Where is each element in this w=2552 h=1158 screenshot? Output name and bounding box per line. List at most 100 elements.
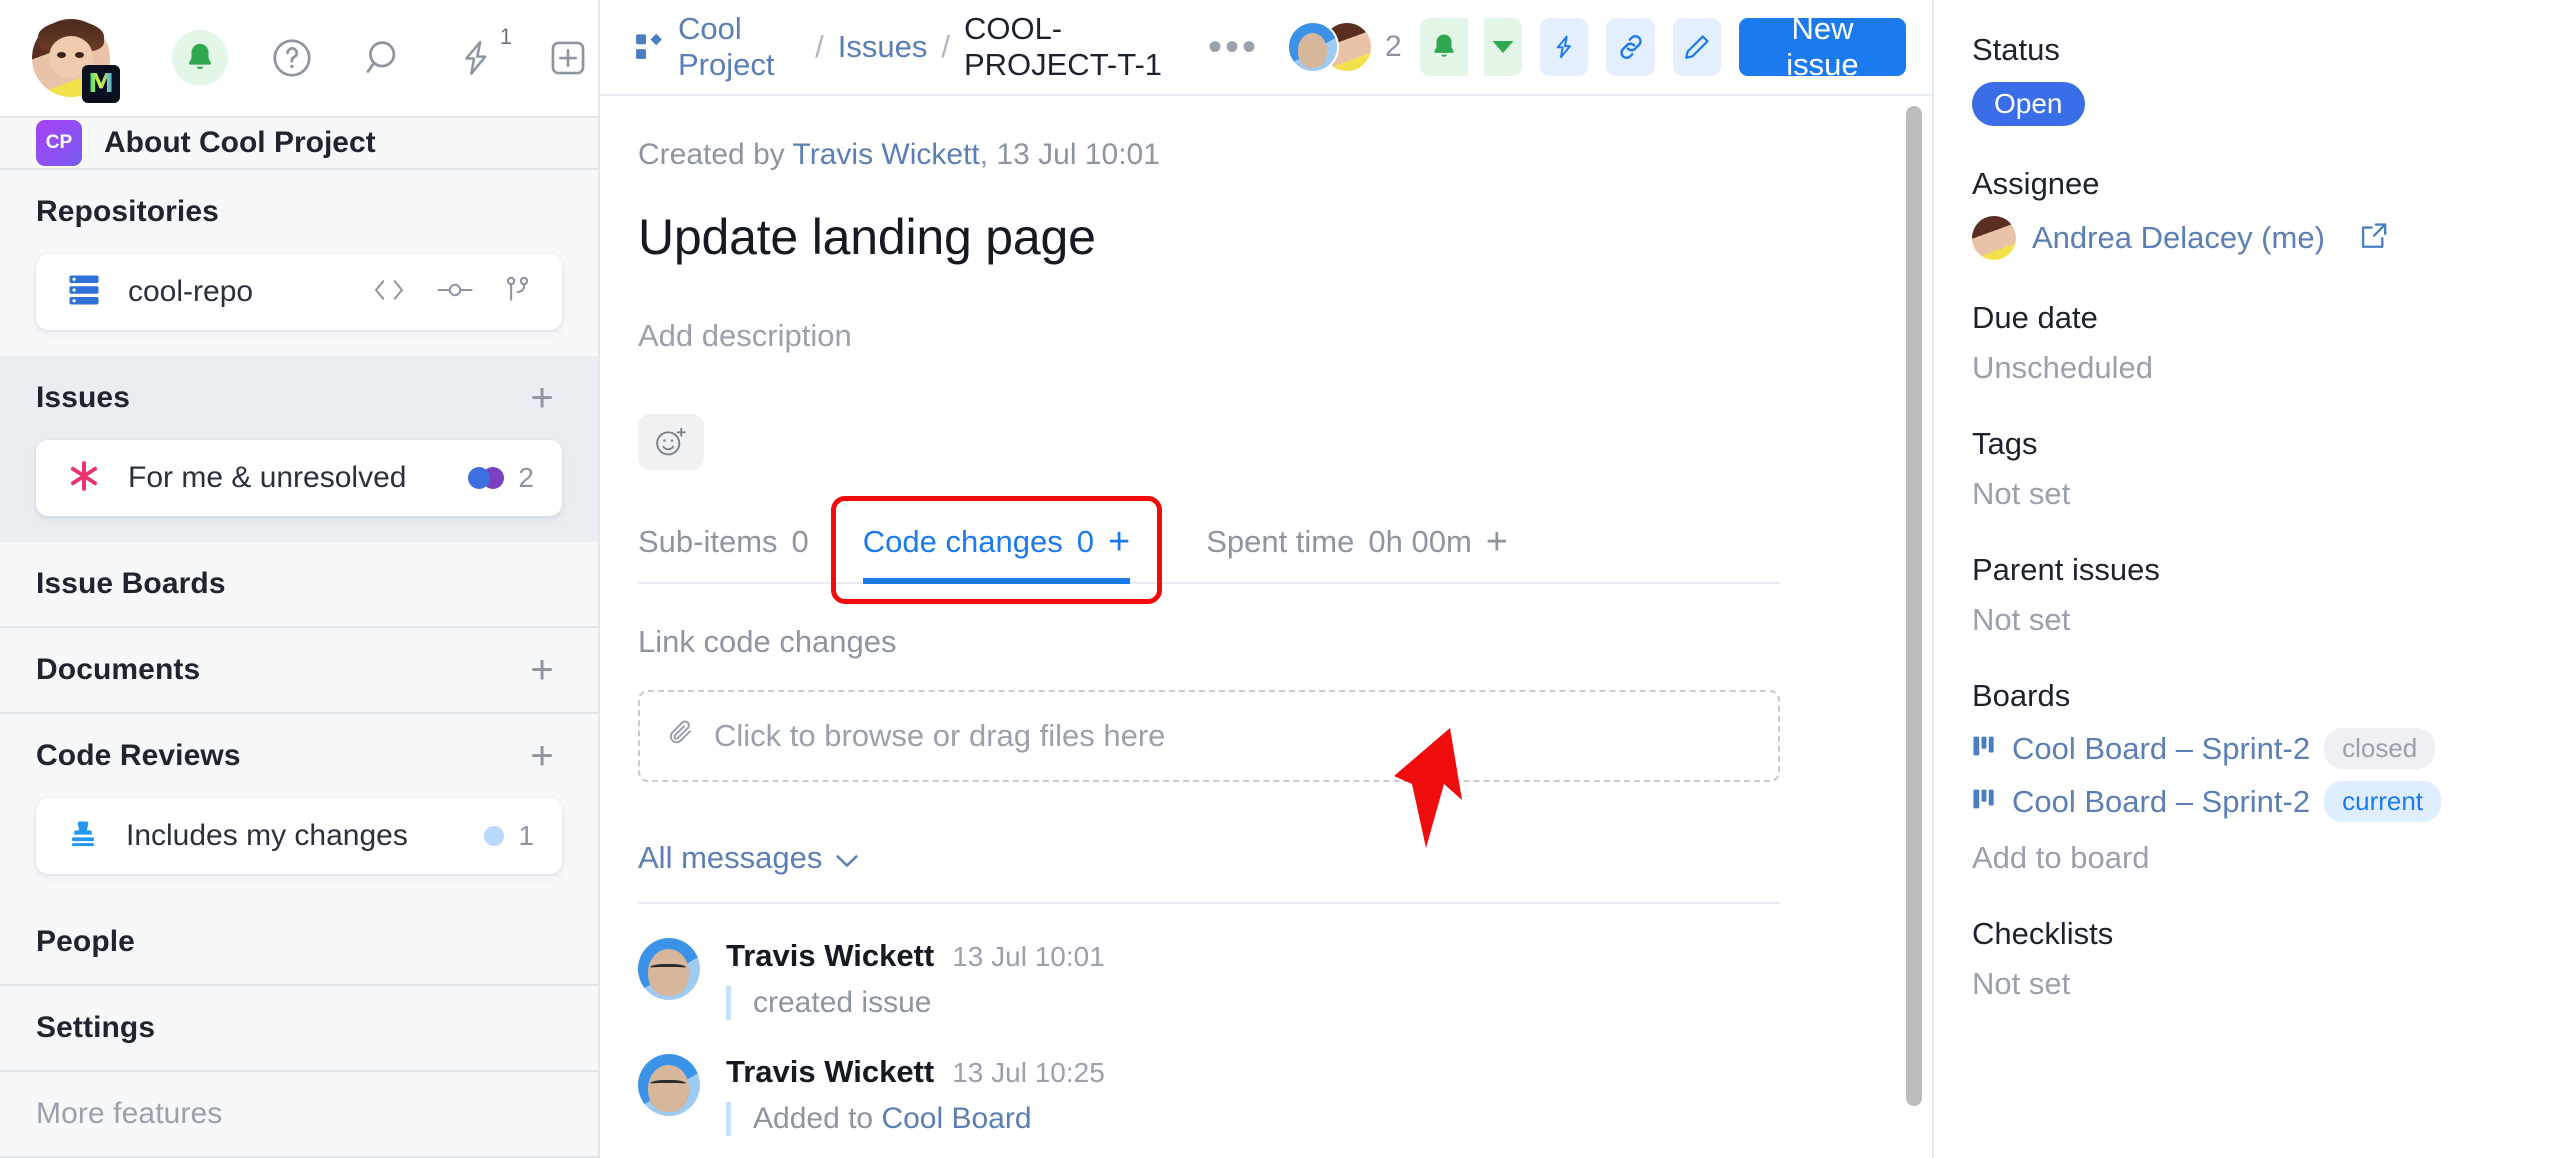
message-board-link[interactable]: Cool Board	[881, 1102, 1031, 1135]
message-text-prefix: Added to	[753, 1102, 882, 1135]
section-title: People	[36, 925, 135, 958]
message-text: Added to Cool Board	[726, 1102, 1780, 1136]
board-name[interactable]: Cool Board – Sprint-2	[2012, 784, 2310, 820]
tab-spent-time[interactable]: Spent time 0h 00m +	[1206, 523, 1508, 582]
sidebar-item-for-me-unresolved[interactable]: For me & unresolved 2	[36, 440, 562, 516]
about-project-label: About Cool Project	[104, 126, 376, 159]
add-description-placeholder[interactable]: Add description	[638, 318, 1780, 354]
field-checklists: Checklists Not set	[1972, 916, 2512, 1002]
list-item[interactable]: Cool Board – Sprint-2 current	[1972, 781, 2512, 822]
code-brackets-icon[interactable]	[370, 277, 408, 308]
sidebar-section-code-reviews: Code Reviews + Includes my changes 1	[0, 714, 598, 900]
field-label: Status	[1972, 32, 2060, 67]
pencil-icon[interactable]	[1672, 18, 1721, 76]
add-to-board-action[interactable]: Add to board	[1972, 840, 2512, 876]
created-author-link[interactable]: Travis Wickett	[793, 138, 980, 171]
tab-label: Spent time	[1206, 524, 1355, 559]
section-header-code-reviews: Code Reviews +	[0, 714, 598, 798]
main-scrollbar[interactable]	[1898, 96, 1932, 1158]
section-title: Issues	[36, 381, 130, 414]
app-root: M 1 CP About Cool Project Repositories c…	[0, 0, 2552, 1158]
sidebar-section-issue-boards[interactable]: Issue Boards	[0, 542, 598, 628]
user-avatar[interactable]: M	[32, 19, 120, 103]
top-bar-actions: ••• 2 New issue	[1198, 11, 1906, 82]
dropzone-label: Click to browse or drag files here	[714, 718, 1166, 753]
link-code-changes-action[interactable]: Link code changes	[638, 624, 1780, 660]
sidebar-toolbar: M 1	[0, 0, 598, 118]
field-label: Tags	[1972, 426, 2038, 461]
parent-issues-value[interactable]: Not set	[1972, 602, 2512, 638]
field-due-date: Due date Unscheduled	[1972, 300, 2512, 386]
sidebar-section-people[interactable]: People	[0, 900, 598, 986]
lightning-icon[interactable]: 1	[448, 24, 512, 86]
sidebar-item-about-project[interactable]: CP About Cool Project	[0, 118, 598, 170]
bell-icon[interactable]	[172, 30, 228, 86]
all-messages-dropdown[interactable]: All messages	[638, 840, 1780, 876]
top-bar: Cool Project / Issues / COOL-PROJECT-T-1…	[600, 0, 1932, 96]
field-label: Boards	[1972, 678, 2071, 713]
issue-tabs: Sub-items 0 Code changes 0 + Spent time …	[638, 496, 1780, 604]
tags-value[interactable]: Not set	[1972, 476, 2512, 512]
list-item[interactable]: Cool Board – Sprint-2 closed	[1972, 728, 2512, 769]
app-badge-letter: M	[88, 69, 114, 99]
created-timestamp: , 13 Jul 10:01	[979, 138, 1160, 171]
avatar	[1972, 216, 2016, 260]
section-title: Repositories	[36, 195, 219, 228]
subscribe-bell-icon[interactable]	[1419, 18, 1468, 76]
breadcrumb-project-link[interactable]: Cool Project	[678, 11, 801, 83]
breadcrumb-separator: /	[815, 29, 824, 64]
list-item: Travis Wickett 13 Jul 10:01 created issu…	[638, 938, 1780, 1020]
sidebar-item-includes-my-changes[interactable]: Includes my changes 1	[36, 798, 562, 874]
field-status: Status Open	[1972, 32, 2512, 126]
commit-icon[interactable]	[436, 277, 474, 308]
add-document-button[interactable]: +	[522, 650, 562, 690]
sidebar-item-cool-repo[interactable]: cool-repo	[36, 254, 562, 330]
message-time: 13 Jul 10:01	[952, 941, 1105, 972]
lightning-icon[interactable]	[1540, 18, 1589, 76]
sidebar-section-settings[interactable]: Settings	[0, 986, 598, 1072]
avatar	[638, 938, 700, 1000]
link-icon[interactable]	[1606, 18, 1655, 76]
tab-code-changes[interactable]: Code changes 0 +	[862, 523, 1131, 584]
more-options-button[interactable]: •••	[1198, 27, 1269, 67]
issue-filter-name: For me & unresolved	[128, 461, 407, 494]
add-code-review-button[interactable]: +	[522, 736, 562, 776]
breadcrumb-issues-link[interactable]: Issues	[838, 29, 928, 65]
checklists-value[interactable]: Not set	[1972, 966, 2512, 1002]
add-spent-time-icon[interactable]: +	[1486, 523, 1508, 560]
watchers-count: 2	[1384, 30, 1402, 63]
sidebar-section-repositories: Repositories cool-repo	[0, 170, 598, 356]
assignee-name[interactable]: Andrea Delacey (me)	[2032, 220, 2325, 256]
issue-count: 2	[468, 462, 534, 494]
file-dropzone[interactable]: Click to browse or drag files here	[638, 690, 1780, 782]
add-reaction-icon[interactable]	[638, 414, 704, 470]
external-link-icon[interactable]	[2359, 221, 2389, 256]
sidebar-section-documents[interactable]: Documents +	[0, 628, 598, 714]
plus-square-icon[interactable]	[540, 30, 596, 86]
new-issue-button[interactable]: New issue	[1738, 11, 1906, 82]
status-badge[interactable]: Open	[1972, 82, 2085, 126]
add-issue-button[interactable]: +	[522, 378, 562, 418]
repo-icon	[66, 274, 102, 311]
chevron-down-icon[interactable]	[1483, 18, 1523, 76]
content-row: Created by Travis Wickett, 13 Jul 10:01 …	[600, 96, 1932, 1158]
messages-divider	[638, 902, 1780, 904]
created-meta: Created by Travis Wickett, 13 Jul 10:01	[638, 138, 1780, 172]
sidebar-section-issues: Issues + For me & unresolved 2	[0, 356, 598, 542]
page-title: Update landing page	[638, 209, 1096, 265]
add-code-change-icon[interactable]: +	[1108, 523, 1130, 560]
scrollbar-thumb[interactable]	[1906, 106, 1922, 1106]
section-title: Documents	[36, 653, 201, 686]
branch-icon[interactable]	[502, 275, 534, 310]
sidebar-section-more-features[interactable]: More features	[0, 1072, 598, 1158]
tab-sub-items[interactable]: Sub-items 0	[638, 524, 809, 582]
tab-count: 0	[1076, 524, 1094, 559]
search-icon[interactable]	[356, 30, 412, 86]
question-circle-icon[interactable]	[264, 30, 320, 86]
section-title: Settings	[36, 1011, 156, 1044]
field-label: Checklists	[1972, 916, 2114, 951]
board-name[interactable]: Cool Board – Sprint-2	[2012, 731, 2310, 767]
issue-main-panel: Created by Travis Wickett, 13 Jul 10:01 …	[600, 96, 1898, 1158]
watchers-avatars[interactable]: 2	[1286, 21, 1402, 73]
due-date-value[interactable]: Unscheduled	[1972, 350, 2512, 386]
